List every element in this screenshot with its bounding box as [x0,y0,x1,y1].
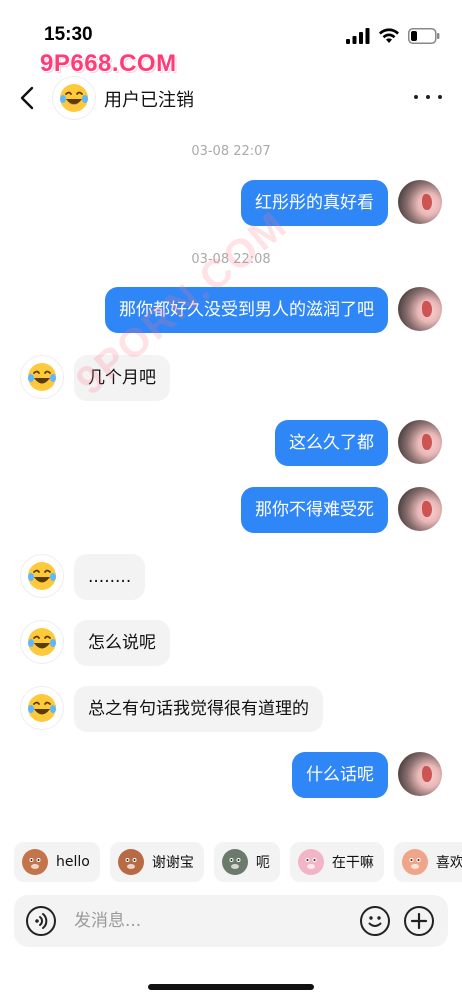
laughing-emoji-icon [28,694,56,722]
quick-reply-chip[interactable]: 呃 [213,842,280,882]
status-icons [346,28,440,44]
message-input[interactable] [74,907,334,935]
self-avatar[interactable] [398,487,442,531]
chat-title: 用户已注销 [104,90,194,111]
status-time: 15:30 [44,24,93,45]
contact-avatar[interactable] [20,686,64,730]
message-row-outgoing: 那你不得难受死 [0,487,462,535]
contact-avatar[interactable] [20,554,64,598]
laughing-emoji-icon [28,562,56,590]
more-button[interactable] [414,84,442,110]
quick-reply-label: 谢谢宝 [151,855,194,871]
smiley-icon [368,916,382,927]
message-row-incoming: ........ [0,554,462,602]
quick-reply-bar[interactable]: hello 谢谢宝 呃 在干嘛 喜欢 [0,842,462,882]
cat-emoji-icon [221,849,248,875]
message-row-outgoing: 什么话呢 [0,752,462,800]
message-bubble-outgoing[interactable]: 这么久了都 [275,420,388,466]
message-row-incoming: 总之有句话我觉得很有道理的 [0,686,462,734]
message-row-outgoing: 红彤彤的真好看 [0,180,462,228]
rabbit-emoji-icon [297,849,324,875]
message-bubble-incoming[interactable]: ........ [74,554,146,600]
bunny-emoji-icon [401,849,428,875]
plus-icon [410,912,428,930]
contact-avatar[interactable] [20,355,64,399]
quick-reply-label: 呃 [255,855,270,871]
message-row-outgoing: 这么久了都 [0,420,462,468]
monkey-flower-emoji-icon [117,849,144,875]
quick-reply-chip[interactable]: 谢谢宝 [109,842,204,882]
quick-reply-chip[interactable]: hello [14,842,100,882]
message-row-outgoing: 那你都好久没受到男人的滋润了吧 [0,287,462,335]
message-bubble-incoming[interactable]: 总之有句话我觉得很有道理的 [74,686,323,732]
laughing-emoji-icon [60,84,88,112]
home-indicator[interactable] [148,984,314,990]
cellular-signal-icon [346,28,370,44]
voice-button[interactable] [26,906,56,936]
message-row-incoming: 几个月吧 [0,355,462,403]
laughing-emoji-icon [28,363,56,391]
contact-avatar[interactable] [20,620,64,664]
self-avatar[interactable] [398,420,442,464]
message-bubble-outgoing[interactable]: 那你不得难受死 [241,487,388,533]
status-bar: 15:30 [0,0,462,50]
monkey-emoji-icon [22,849,48,875]
chat-header: 用户已注销 [0,70,462,126]
battery-icon [408,28,440,44]
more-dot [438,95,442,99]
quick-reply-chip[interactable]: 在干嘛 [289,842,384,882]
quick-reply-chip[interactable]: 喜欢 [393,842,462,882]
back-button[interactable] [14,82,42,114]
message-bubble-outgoing[interactable]: 什么话呢 [292,752,388,798]
more-dot [414,95,418,99]
contact-avatar[interactable] [52,76,96,120]
quick-reply-label: 喜欢 [435,855,462,871]
more-dot [426,95,430,99]
self-avatar[interactable] [398,752,442,796]
quick-reply-label: hello [56,854,90,870]
self-avatar[interactable] [398,287,442,331]
message-list[interactable]: 03-08 22:07 红彤彤的真好看 03-08 22:08 那你都好久没受到… [0,130,462,825]
chevron-left-icon [20,86,34,110]
wifi-icon [379,28,399,43]
add-button[interactable] [404,906,434,936]
message-row-incoming: 怎么说呢 [0,620,462,668]
laughing-emoji-icon [28,628,56,656]
quick-reply-track: hello 谢谢宝 呃 在干嘛 喜欢 [14,842,462,882]
self-avatar[interactable] [398,180,442,224]
message-input-bar [14,895,448,947]
message-bubble-incoming[interactable]: 怎么说呢 [74,620,170,666]
voice-wave-icon [35,913,48,929]
quick-reply-label: 在干嘛 [331,855,374,871]
emoji-button[interactable] [360,906,390,936]
timestamp: 03-08 22:07 [191,144,271,159]
